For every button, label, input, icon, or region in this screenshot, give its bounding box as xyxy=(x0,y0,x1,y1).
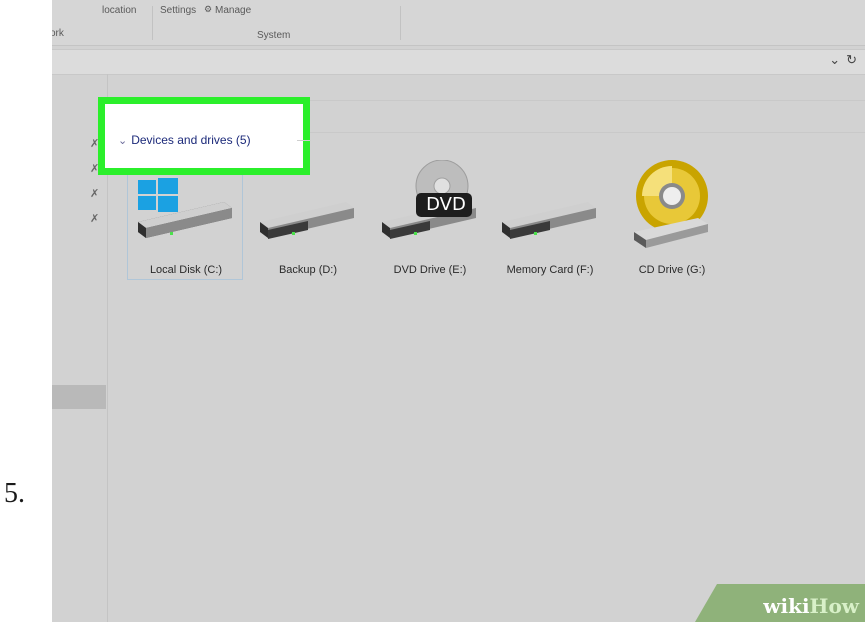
drive-cd-g[interactable]: CD Drive (G:) xyxy=(612,160,732,276)
drive-label: Local Disk (C:) xyxy=(149,264,223,276)
drive-dvd-e[interactable]: DVD DVD Drive (E:) xyxy=(370,160,490,276)
drive-label: CD Drive (G:) xyxy=(638,264,706,276)
manage-icon: ⚙ xyxy=(204,4,213,14)
ribbon-group-system: System xyxy=(257,30,291,41)
group-header-devices[interactable]: ⌄ Devices and drives (5) xyxy=(118,133,251,147)
ribbon: location Settings ⚙ Manage ork System xyxy=(52,0,865,46)
drive-label: DVD Drive (E:) xyxy=(393,264,467,276)
file-explorer-window: location Settings ⚙ Manage ork System ⌄ ↻… xyxy=(52,0,865,622)
nav-item-selected[interactable] xyxy=(52,385,106,409)
drive-label: Memory Card (F:) xyxy=(506,264,594,276)
ribbon-item-manage[interactable]: Manage xyxy=(215,5,251,16)
group-divider xyxy=(297,140,311,141)
chevron-down-icon[interactable]: ⌄ xyxy=(829,52,840,67)
dvd-badge: DVD xyxy=(426,194,466,215)
pin-icon[interactable]: ✗ xyxy=(90,187,99,200)
wikihow-watermark: wikiHow xyxy=(695,584,865,622)
address-bar[interactable]: ⌄ ↻ xyxy=(52,49,865,75)
chevron-down-icon[interactable]: ⌄ xyxy=(118,135,127,147)
drive-local-disk-c[interactable]: Local Disk (C:) xyxy=(126,160,246,276)
cd-drive-icon xyxy=(634,160,708,248)
pin-icon[interactable]: ✗ xyxy=(90,212,99,225)
drive-label: Backup (D:) xyxy=(278,264,338,276)
group-header-label: Devices and drives (5) xyxy=(131,133,251,147)
drive-backup-d[interactable]: Backup (D:) xyxy=(248,160,368,276)
ribbon-group-network: ork xyxy=(52,28,64,39)
hard-drive-icon xyxy=(502,202,596,239)
watermark-wiki: wiki xyxy=(763,594,810,618)
windows-drive-icon xyxy=(138,178,232,238)
watermark-how: How xyxy=(809,594,859,618)
ribbon-separator xyxy=(400,6,401,40)
refresh-icon[interactable]: ↻ xyxy=(846,52,857,67)
step-number: 5. xyxy=(4,478,25,509)
ribbon-item-settings[interactable]: Settings xyxy=(160,5,196,16)
hard-drive-icon xyxy=(260,202,354,239)
group-divider xyxy=(310,132,865,133)
drive-memory-card-f[interactable]: Memory Card (F:) xyxy=(490,160,610,276)
ribbon-separator xyxy=(152,6,153,40)
ribbon-item-location[interactable]: location xyxy=(102,5,136,16)
